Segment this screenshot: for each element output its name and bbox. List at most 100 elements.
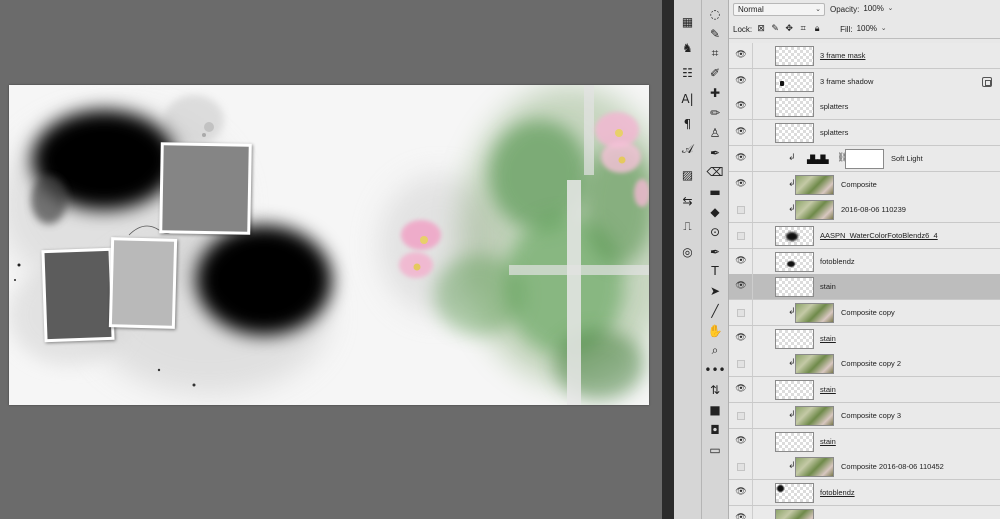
eye-icon[interactable]: 👁︎ xyxy=(735,102,747,111)
layer-name[interactable]: Composite copy 3 xyxy=(841,411,901,421)
path-select-icon[interactable]: ➤ xyxy=(702,281,728,301)
layer-mask-thumbnail[interactable] xyxy=(845,148,884,169)
layer-thumbnail[interactable] xyxy=(775,225,814,246)
layer-name[interactable]: stain xyxy=(820,385,836,395)
layer-thumbnail[interactable] xyxy=(775,508,814,519)
layer-row[interactable]: 👁︎ 3 frame mask xyxy=(729,43,1000,69)
lock-all-icon[interactable]: 🔒︎ xyxy=(812,24,822,34)
blend-mode-select[interactable]: Normal ⌄ xyxy=(733,3,825,16)
layer-thumbnail[interactable] xyxy=(795,174,834,195)
layer-name[interactable]: Composite copy 2 xyxy=(841,359,901,369)
layer-name[interactable]: 3 frame shadow xyxy=(820,77,873,87)
quick-select-icon[interactable]: ✎ xyxy=(702,24,728,44)
layer-name[interactable]: Composite xyxy=(841,180,877,190)
layer-row[interactable]: 👁︎ fotoblendz xyxy=(729,479,1000,506)
lock-artboard-icon[interactable]: ⌗ xyxy=(798,24,808,34)
3d-materials-icon[interactable]: ▦ xyxy=(674,12,701,32)
stamp-icon[interactable]: ♙ xyxy=(702,123,728,143)
eye-icon[interactable]: 👁︎ xyxy=(735,179,747,189)
layer-thumbnail[interactable] xyxy=(775,97,814,118)
layer-thumbnail[interactable] xyxy=(775,328,814,349)
visibility-toggle-off[interactable] xyxy=(737,411,745,420)
layer-row[interactable]: 👁︎ xyxy=(729,505,1000,519)
character-icon[interactable]: A| xyxy=(674,89,701,109)
layer-thumbnail[interactable] xyxy=(775,277,814,298)
layer-thumbnail[interactable] xyxy=(775,431,814,452)
layer-thumbnail[interactable] xyxy=(775,71,814,92)
layer-row[interactable]: 👁︎ splatters xyxy=(729,94,1000,121)
eye-icon[interactable]: 👁︎ xyxy=(735,333,747,343)
layer-name[interactable]: 3 frame mask xyxy=(820,51,865,61)
properties-icon[interactable]: ▨ xyxy=(674,165,701,185)
layer-row[interactable]: 👁︎ 3 frame shadow xyxy=(729,68,1000,95)
layer-thumbnail[interactable] xyxy=(795,405,834,426)
layer-row[interactable]: 👁︎ splatters xyxy=(729,120,1000,147)
lock-transparent-pixels-icon[interactable]: ⊠ xyxy=(756,24,766,34)
layer-thumbnail[interactable] xyxy=(795,354,834,375)
visibility-toggle-off[interactable] xyxy=(737,360,745,369)
layer-row[interactable]: 👁︎ stain xyxy=(729,377,1000,404)
layer-row[interactable]: ↲ Composite copy 3 xyxy=(729,402,1000,429)
layer-name[interactable]: AASPN_WaterColorFotoBlendz6_4 xyxy=(820,231,938,241)
layer-row[interactable]: 👁︎ ↲ ▟▙▟▙ ⛓︎ Soft Light xyxy=(729,145,1000,172)
healing-icon[interactable]: ✚ xyxy=(702,83,728,103)
adjust-sliders-icon[interactable]: ☷ xyxy=(674,63,701,83)
layer-name[interactable]: fotoblendz xyxy=(820,257,855,267)
layer-thumbnail[interactable] xyxy=(775,380,814,401)
layer-row[interactable]: 👁︎ stain xyxy=(729,428,1000,455)
quick-mask-icon[interactable]: ◘ xyxy=(702,420,728,440)
layer-row[interactable]: 👁︎ fotoblendz xyxy=(729,248,1000,275)
timeline-icon[interactable]: ⎍ xyxy=(674,216,701,236)
dodge-icon[interactable]: ⊙ xyxy=(702,222,728,242)
layer-row[interactable]: ↲ Composite copy 2 xyxy=(729,351,1000,378)
libraries-icon[interactable]: ♞ xyxy=(674,38,701,58)
layer-row[interactable]: 👁︎ stain xyxy=(729,274,1000,301)
crop-icon[interactable]: ⌗ xyxy=(702,44,728,64)
layer-row[interactable]: 👁︎ stain xyxy=(729,325,1000,352)
glyphs-icon[interactable]: 𝒜 xyxy=(674,140,701,160)
layer-name[interactable]: Composite 2016-08-06 110452 xyxy=(841,462,944,472)
visibility-toggle-off[interactable] xyxy=(737,309,745,317)
layer-name[interactable]: stain xyxy=(820,334,836,344)
screen-mode-icon[interactable]: ▭ xyxy=(702,440,728,460)
eye-icon[interactable]: 👁︎ xyxy=(735,256,747,266)
layer-thumbnail[interactable] xyxy=(795,457,834,478)
channels-icon[interactable]: ◎ xyxy=(674,242,701,262)
canvas-area[interactable] xyxy=(0,0,662,519)
eye-icon[interactable]: 👁︎ xyxy=(735,153,747,163)
paragraph-icon[interactable]: ¶ xyxy=(674,114,701,134)
hand-icon[interactable]: ✋ xyxy=(702,321,728,341)
visibility-toggle-off[interactable] xyxy=(737,206,745,215)
zoom-icon[interactable]: ⌕ xyxy=(702,341,728,361)
layer-name[interactable]: splatters xyxy=(820,102,848,112)
layer-row[interactable]: 👁︎ ↲ Composite xyxy=(729,171,1000,198)
eye-icon[interactable]: 👁︎ xyxy=(735,513,747,519)
layer-name[interactable]: 2016-08-06 110239 xyxy=(841,205,906,215)
layer-thumbnail[interactable] xyxy=(775,482,814,503)
line-icon[interactable]: ╱ xyxy=(702,301,728,321)
brush-icon[interactable]: ✏ xyxy=(702,103,728,123)
layer-name[interactable]: Composite copy xyxy=(841,308,895,318)
document-canvas[interactable] xyxy=(9,85,649,405)
lock-image-pixels-icon[interactable]: ✎ xyxy=(770,24,780,34)
layer-name[interactable]: splatters xyxy=(820,128,848,138)
layer-name[interactable]: stain xyxy=(820,437,836,447)
layer-row[interactable]: ↲ 2016-08-06 110239 xyxy=(729,197,1000,224)
layer-name[interactable]: Soft Light xyxy=(891,154,923,164)
layer-name[interactable]: stain xyxy=(820,282,836,292)
paths-icon[interactable]: ⇆ xyxy=(674,191,701,211)
opacity-input[interactable]: 100% ⌄ xyxy=(862,3,896,16)
color-swatches-icon[interactable]: ■ xyxy=(702,400,728,420)
layer-thumbnail[interactable] xyxy=(775,123,814,144)
pen-icon[interactable]: ✒ xyxy=(702,242,728,262)
fill-input[interactable]: 100% ⌄ xyxy=(856,23,890,36)
eye-icon[interactable]: 👁︎ xyxy=(735,385,747,394)
gradient-icon[interactable]: ▬ xyxy=(702,182,728,202)
layer-row[interactable]: ↲ Composite copy xyxy=(729,300,1000,326)
eraser-icon[interactable]: ⌫ xyxy=(702,162,728,182)
layer-thumbnail[interactable] xyxy=(775,251,814,272)
visibility-toggle-off[interactable] xyxy=(737,231,745,240)
swap-colors-icon[interactable]: ⇅ xyxy=(702,380,728,400)
layer-thumbnail[interactable] xyxy=(775,46,814,66)
layer-row[interactable]: AASPN_WaterColorFotoBlendz6_4 xyxy=(729,222,1000,249)
